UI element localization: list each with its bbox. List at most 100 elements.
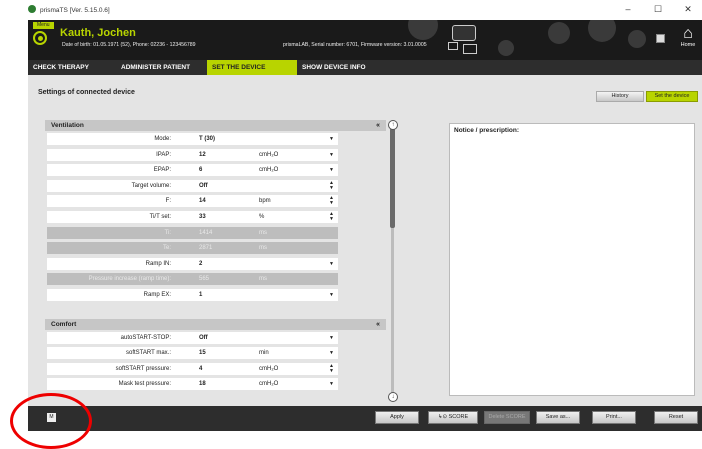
- setting-unit: cmH₂O: [259, 167, 279, 174]
- setting-label: Mask test pressure:: [47, 378, 174, 391]
- highlight-circle: [10, 393, 92, 449]
- section-header-ventilation[interactable]: Ventilation «: [45, 120, 386, 131]
- save-as-button[interactable]: Save as...: [536, 411, 580, 424]
- setting-row: softSTART max.: 15 min ▼: [45, 345, 386, 361]
- setting-value-field[interactable]: 6 cmH₂O ▼: [174, 164, 338, 177]
- settings-scrollbar[interactable]: ↑ ↓: [388, 120, 398, 405]
- setting-value: 18: [199, 381, 206, 388]
- scroll-thumb[interactable]: [390, 128, 395, 228]
- setting-value-field: 565 ms: [174, 273, 338, 286]
- setting-value: 4: [199, 365, 203, 372]
- setting-row: Mode: T (30) ▼: [45, 131, 386, 147]
- print-button[interactable]: Print...: [592, 411, 636, 424]
- menu-button[interactable]: Menu: [33, 22, 54, 29]
- set-the-device-button[interactable]: Set the device: [646, 91, 698, 102]
- dropdown-arrow-icon[interactable]: ▼: [329, 164, 334, 176]
- setting-value-field[interactable]: 2 ▼: [174, 257, 338, 270]
- setting-unit: cmH₂O: [259, 365, 279, 372]
- setting-value: Off: [199, 334, 208, 341]
- setting-value-field[interactable]: Off ▼: [174, 331, 338, 344]
- setting-row: IPAP: 12 cmH₂O ▼: [45, 147, 386, 163]
- scroll-down-icon[interactable]: ↓: [388, 392, 398, 402]
- dropdown-arrow-icon[interactable]: ▼: [329, 332, 334, 344]
- apply-button[interactable]: Apply: [375, 411, 419, 424]
- dropdown-arrow-icon[interactable]: ▼: [329, 133, 334, 145]
- stepper-icon[interactable]: ▲ ▼: [329, 363, 334, 374]
- close-button[interactable]: ✕: [680, 4, 696, 15]
- device-accessory-icon: [463, 44, 477, 54]
- setting-value: 2871: [199, 245, 213, 252]
- setting-label: F:: [47, 195, 174, 208]
- setting-row: Te: 2871 ms: [45, 240, 386, 256]
- setting-value-field[interactable]: Off ▲ ▼: [174, 179, 338, 192]
- setting-value: 33: [199, 213, 206, 220]
- tab-check-therapy[interactable]: CHECK THERAPY: [28, 60, 116, 75]
- tab-set-the-device[interactable]: SET THE DEVICE: [207, 60, 297, 75]
- setting-unit: min: [259, 350, 269, 357]
- setting-label: Ramp IN:: [47, 257, 174, 270]
- delete-score-button[interactable]: Delete SCORE: [484, 411, 530, 424]
- setting-value-field[interactable]: 15 min ▼: [174, 347, 338, 360]
- setting-value-field[interactable]: 12 cmH₂O ▼: [174, 148, 338, 161]
- dropdown-arrow-icon[interactable]: ▼: [329, 378, 334, 390]
- collapse-icon[interactable]: «: [376, 120, 380, 131]
- score-icon: ↳⊙: [437, 414, 449, 420]
- device-info: prismaLAB, Serial number: 6701, Firmware…: [283, 42, 427, 48]
- app-icon: [28, 5, 36, 13]
- bottom-toolbar: Apply ↳⊙ SCORE Delete SCORE Save as... P…: [28, 406, 702, 431]
- setting-label: Target volume:: [47, 179, 174, 192]
- stepper-icon[interactable]: ▲ ▼: [329, 196, 334, 206]
- setting-label: Ti/T set:: [47, 210, 174, 223]
- home-icon: ⌂: [683, 25, 693, 42]
- setting-value-field[interactable]: 14 bpm ▲ ▼: [174, 195, 338, 208]
- setting-unit: cmH₂O: [259, 381, 279, 388]
- home-button[interactable]: ⌂ Home: [676, 26, 700, 54]
- collapse-icon[interactable]: «: [376, 319, 380, 330]
- section-header-comfort[interactable]: Comfort «: [45, 318, 386, 330]
- minimize-button[interactable]: –: [620, 4, 636, 15]
- home-label: Home: [680, 42, 696, 48]
- setting-value: Off: [199, 182, 208, 189]
- setting-value-field[interactable]: T (30) ▼: [174, 133, 338, 145]
- score-label: SCORE: [448, 414, 469, 420]
- window-titlebar: prismaTS [Ver. 5.15.0.6] – ☐ ✕: [0, 0, 702, 20]
- setting-row: Mask test pressure: 18 cmH₂O ▼: [45, 376, 386, 392]
- patient-header: Menu Kauth, Jochen Date of birth: 01.05.…: [28, 20, 702, 60]
- setting-unit: ms: [259, 245, 267, 252]
- main-tabs: CHECK THERAPY ADMINISTER PATIENT SET THE…: [28, 60, 702, 75]
- stepper-icon[interactable]: ▲ ▼: [329, 211, 334, 222]
- dropdown-arrow-icon[interactable]: ▼: [329, 149, 334, 161]
- setting-value-field[interactable]: 33% ▲ ▼: [174, 210, 338, 223]
- patient-name: Kauth, Jochen: [60, 27, 136, 39]
- window-title: prismaTS [Ver. 5.15.0.6]: [40, 6, 110, 14]
- setting-value-field[interactable]: 1 ▼: [174, 288, 338, 301]
- setting-label: Pressure increase (ramp time):: [47, 273, 174, 286]
- dropdown-arrow-icon[interactable]: ▼: [329, 289, 334, 301]
- section-title: Comfort: [51, 320, 77, 328]
- maximize-button[interactable]: ☐: [650, 4, 666, 15]
- stepper-icon[interactable]: ▲ ▼: [329, 180, 334, 191]
- dropdown-arrow-icon[interactable]: ▼: [329, 347, 334, 359]
- dropdown-arrow-icon[interactable]: ▼: [329, 258, 334, 270]
- setting-value: 12: [199, 151, 206, 158]
- setting-value: 2: [199, 260, 203, 267]
- save-icon[interactable]: [656, 34, 665, 43]
- setting-label: Ti:: [47, 226, 174, 239]
- setting-unit: cmH₂O: [259, 151, 279, 158]
- setting-value-field: 2871 ms: [174, 242, 338, 255]
- main-content: Settings of connected device History Set…: [28, 75, 702, 406]
- notice-prescription-field[interactable]: Notice / prescription:: [449, 123, 695, 396]
- scroll-up-icon[interactable]: ↑: [388, 120, 398, 130]
- setting-row: Ti: 1414 ms: [45, 225, 386, 241]
- setting-row: F: 14 bpm ▲ ▼: [45, 193, 386, 209]
- setting-label: EPAP:: [47, 164, 174, 177]
- setting-row: Target volume: Off ▲ ▼: [45, 178, 386, 194]
- reset-button[interactable]: Reset: [654, 411, 698, 424]
- history-button[interactable]: History: [596, 91, 644, 102]
- setting-value-field[interactable]: 18 cmH₂O ▼: [174, 378, 338, 391]
- score-button[interactable]: ↳⊙ SCORE: [428, 411, 478, 424]
- setting-value: 1414: [199, 229, 213, 236]
- tab-administer-patient[interactable]: ADMINISTER PATIENT: [116, 60, 207, 75]
- tab-show-device-info[interactable]: SHOW DEVICE INFO: [297, 60, 392, 75]
- setting-value-field[interactable]: 4 cmH₂O ▲ ▼: [174, 362, 338, 375]
